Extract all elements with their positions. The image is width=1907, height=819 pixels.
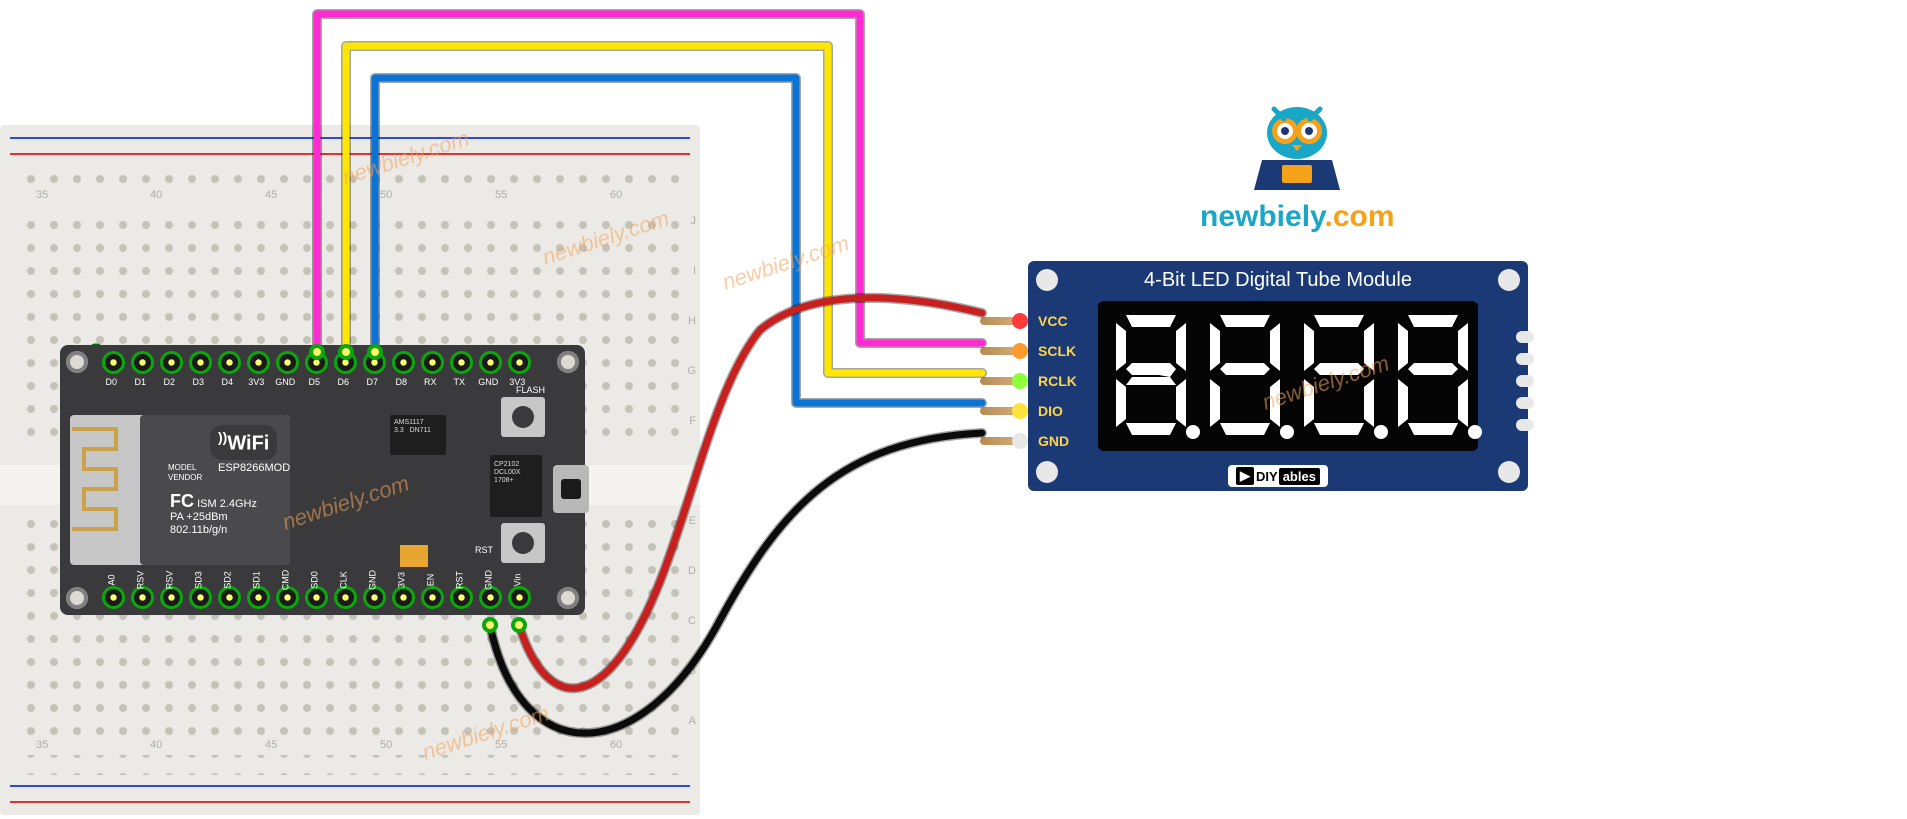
pin-3v3: 3V3 (245, 377, 268, 387)
esp-chip-label: ESP8266MOD (218, 463, 290, 473)
pin-d7: D7 (361, 377, 384, 387)
digit-1 (1112, 313, 1190, 439)
reset-button[interactable] (501, 523, 545, 563)
esp-pins-top (102, 351, 531, 374)
reset-button-label: RST (475, 545, 493, 555)
module-pin-rclk: RCLK (980, 373, 1077, 389)
digit-2 (1206, 313, 1284, 439)
newbiely-logo: newbiely.com (1200, 95, 1395, 234)
pin-d1: D1 (129, 377, 152, 387)
pin-d5: D5 (303, 377, 326, 387)
seven-segment-display (1098, 301, 1478, 451)
pin-d6: D6 (332, 377, 355, 387)
esp8266-nodemcu-board: D0 D1 D2 D3 D4 3V3 GND D5 D6 D7 D8 RX TX… (60, 345, 585, 615)
pin-d4: D4 (216, 377, 239, 387)
module-pin-vcc: VCC (980, 313, 1068, 329)
module-output-pads (1516, 331, 1534, 431)
led-digital-tube-module: 4-Bit LED Digital Tube Module VCC SCLK R… (1028, 261, 1528, 491)
wifi-logo-icon: ))WiFi (210, 425, 277, 460)
module-pin-gnd: GND (980, 433, 1069, 449)
flash-button-label: FLASH (516, 385, 545, 395)
usb-serial-ic: CP2102 DCL00X 1708+ (490, 455, 542, 517)
pin-d8: D8 (390, 377, 413, 387)
brand-name: newbiely (1200, 200, 1324, 233)
pin-d0: D0 (100, 377, 123, 387)
module-pin-dio: DIO (980, 403, 1063, 419)
pin-d2: D2 (158, 377, 181, 387)
pin-gnd2: GND (477, 377, 500, 387)
esp-model-label: MODEL VENDOR (168, 463, 202, 483)
digit-4 (1394, 313, 1472, 439)
brand-tld: .com (1324, 200, 1394, 233)
esp-antenna-icon (66, 423, 122, 543)
module-title: 4-Bit LED Digital Tube Module (1028, 269, 1528, 292)
module-pin-sclk: SCLK (980, 343, 1076, 359)
esp-fcc-spec: FC ISM 2.4GHz PA +25dBm 802.11b/g/n (170, 495, 257, 537)
owl-icon (1232, 95, 1362, 195)
pin-vin: Vin (512, 569, 522, 592)
voltage-regulator-ic: AMS1117 3.3 DN711 (390, 415, 446, 455)
flash-button[interactable] (501, 397, 545, 437)
capacitor-icon (400, 545, 428, 567)
micro-usb-port-icon[interactable] (553, 465, 589, 513)
pin-gnd-bot: GND (367, 569, 377, 592)
diyables-logo: ▶DIYables (1028, 465, 1528, 487)
pin-d3: D3 (187, 377, 210, 387)
pin-gnd: GND (274, 377, 297, 387)
watermark: newbiely.com (719, 230, 852, 295)
pin-tx: TX (448, 377, 471, 387)
pin-a0: A0 (106, 569, 116, 592)
pin-rx: RX (419, 377, 442, 387)
